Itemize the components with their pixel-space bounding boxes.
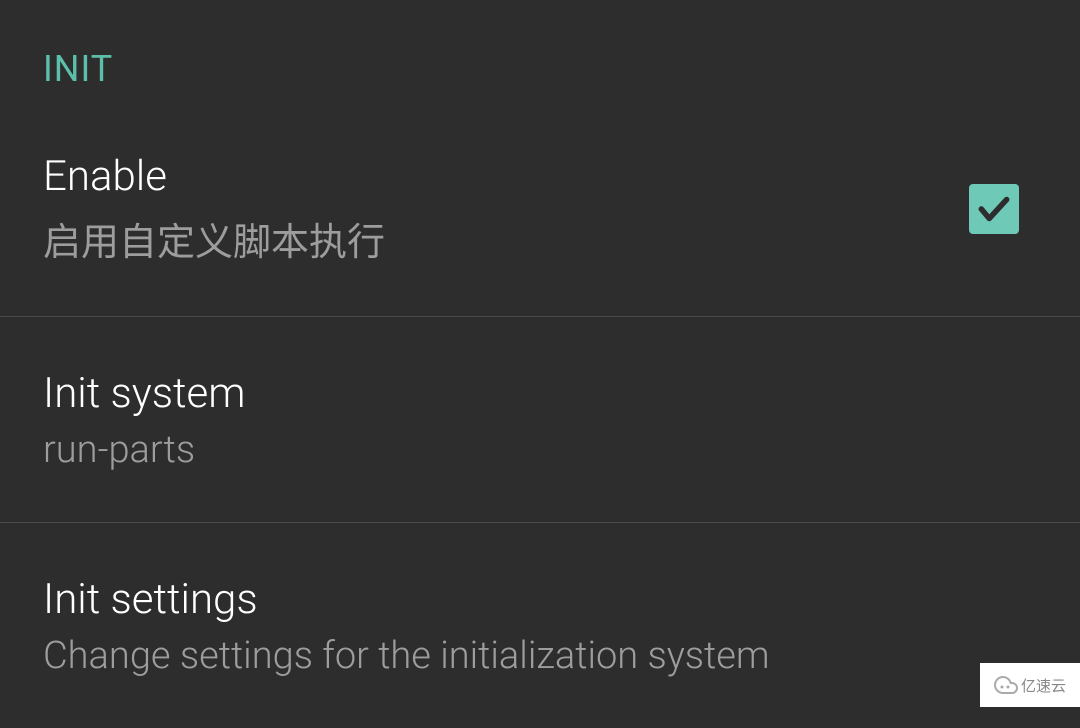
setting-title-init-settings: Init settings <box>43 575 1037 624</box>
setting-text-init-settings: Init settings Change settings for the in… <box>43 575 1037 678</box>
watermark-badge: 亿速云 <box>980 663 1080 707</box>
watermark-text: 亿速云 <box>1021 675 1066 696</box>
section-header-init: INIT <box>0 48 1080 90</box>
setting-subtitle-init-settings: Change settings for the initialization s… <box>43 634 1037 678</box>
setting-text-enable: Enable 启用自定义脚本执行 <box>43 152 969 266</box>
setting-title-enable: Enable <box>43 152 969 201</box>
setting-text-init-system: Init system run-parts <box>43 369 1037 472</box>
setting-row-init-system[interactable]: Init system run-parts <box>0 317 1080 523</box>
setting-row-init-settings[interactable]: Init settings Change settings for the in… <box>0 523 1080 728</box>
checkmark-icon <box>975 190 1013 228</box>
checkbox-enable[interactable] <box>969 184 1019 234</box>
setting-subtitle-enable: 启用自定义脚本执行 <box>43 211 969 266</box>
setting-title-init-system: Init system <box>43 369 1037 418</box>
setting-row-enable[interactable]: Enable 启用自定义脚本执行 <box>0 152 1080 317</box>
setting-subtitle-init-system: run-parts <box>43 428 1037 472</box>
settings-container: INIT Enable 启用自定义脚本执行 Init system run-pa… <box>0 0 1080 728</box>
cloud-icon <box>994 673 1018 697</box>
